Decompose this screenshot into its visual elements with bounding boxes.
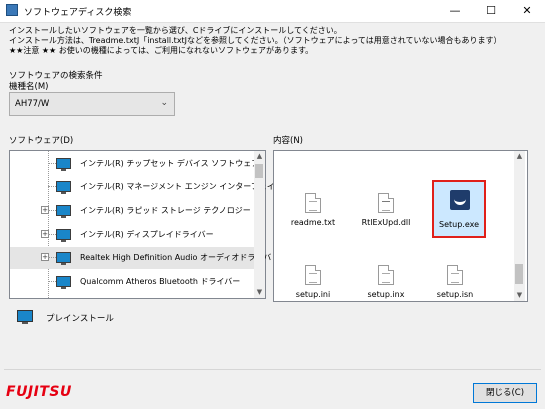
tree-item-label: Qualcomm Atheros Bluetooth ドライバー	[80, 277, 241, 286]
model-select-value: AH77/W	[15, 99, 50, 109]
tree-item-label: インテル(R) マネージメント エンジン インターフェイ	[80, 182, 275, 191]
info-line-3: ★★注意 ★★ お使いの機種によっては、ご利用になれないソフトウェアがあります。	[9, 46, 314, 55]
scroll-down-arrow-icon[interactable]: ▼	[514, 290, 525, 301]
info-line-2: インストール方法は、Treadme.txtJ「install.txtJなどを参照…	[9, 36, 502, 45]
file-name: setup.ini	[295, 290, 331, 299]
file-name: Setup.exe	[438, 220, 480, 229]
tree-item-label: インテル(R) チップセット デバイス ソフトウェア	[80, 159, 260, 168]
contents-panel[interactable]: readme.txt RtlExUpd.dll setup.ini setup.…	[273, 150, 528, 302]
scroll-up-arrow-icon[interactable]: ▲	[254, 151, 265, 162]
scroll-down-arrow-icon[interactable]: ▼	[254, 287, 265, 298]
title-bar: ソフトウェアディスク検索 — ☐ ✕	[0, 0, 545, 23]
file-name: setup.isn	[436, 290, 474, 299]
tree-item[interactable]: Qualcomm Atheros Bluetooth ドライバー	[10, 271, 254, 293]
file-name: setup.inx	[367, 290, 405, 299]
scroll-thumb[interactable]	[515, 264, 523, 284]
monitor-icon	[56, 229, 71, 242]
model-select[interactable]: AH77/W ⌄	[9, 92, 175, 116]
file-name: RtlExUpd.dll	[361, 218, 411, 227]
tree-item[interactable]: + インテル(R) ラピッド ストレージ テクノロジー	[10, 200, 254, 222]
maximize-button[interactable]: ☐	[473, 0, 509, 22]
info-line-1: インストールしたいソフトウェアを一覧から選び、Cドライブにインストールしてくださ…	[9, 26, 342, 35]
file-item[interactable]: readme.txt	[282, 193, 344, 227]
monitor-icon	[17, 310, 33, 324]
monitor-icon	[56, 158, 71, 171]
tree-item[interactable]: インテル(R) マネージメント エンジン インターフェイ	[10, 176, 275, 198]
text-file-icon	[305, 193, 321, 213]
scroll-thumb[interactable]	[255, 164, 263, 178]
tree-item-label: インテル(R) ディスプレイドライバー	[80, 230, 214, 239]
minimize-button[interactable]: —	[437, 0, 473, 22]
monitor-icon	[56, 205, 71, 218]
contents-scrollbar[interactable]: ▲ ▼	[514, 151, 525, 301]
scroll-up-arrow-icon[interactable]: ▲	[514, 151, 525, 162]
file-item[interactable]: setup.inx	[355, 265, 417, 299]
file-name: readme.txt	[290, 218, 336, 227]
tree-item[interactable]: + インテル(R) ディスプレイドライバー	[10, 224, 254, 246]
contents-label: 内容(N)	[273, 136, 303, 146]
software-label: ソフトウェア(D)	[9, 136, 74, 146]
monitor-icon	[56, 276, 71, 289]
close-button[interactable]: 閉じる(C)	[473, 383, 537, 403]
monitor-icon	[56, 181, 71, 194]
ini-file-icon	[305, 265, 321, 285]
tree-item[interactable]: インテル(R) チップセット デバイス ソフトウェア	[10, 153, 259, 175]
file-item[interactable]: setup.isn	[424, 265, 486, 299]
app-icon	[6, 4, 18, 16]
chevron-down-icon: ⌄	[160, 98, 168, 108]
tree-item-selected[interactable]: + Realtek High Definition Audio オーディオドライ…	[10, 247, 271, 269]
file-item[interactable]: setup.ini	[282, 265, 344, 299]
fujitsu-logo: FUJITSU	[6, 384, 72, 400]
close-window-button[interactable]: ✕	[509, 0, 545, 22]
file-item[interactable]: RtlExUpd.dll	[355, 193, 417, 227]
tree-item-label: Realtek High Definition Audio オーディオドライバ	[80, 253, 272, 262]
installer-icon	[450, 190, 470, 210]
setup-exe-item[interactable]: Setup.exe	[432, 180, 486, 238]
window-title: ソフトウェアディスク検索	[24, 8, 132, 18]
software-tree[interactable]: インテル(R) チップセット デバイス ソフトウェア インテル(R) マネージメ…	[9, 150, 275, 299]
model-label: 機種名(M)	[9, 82, 49, 92]
preinstall-label: プレインストール	[46, 314, 114, 324]
dll-file-icon	[378, 193, 394, 213]
isn-file-icon	[447, 265, 463, 285]
monitor-icon	[56, 252, 71, 265]
inx-file-icon	[378, 265, 394, 285]
tree-scrollbar[interactable]: ▲ ▼	[254, 151, 265, 298]
divider	[4, 369, 541, 370]
tree-item-label: インテル(R) ラピッド ストレージ テクノロジー	[80, 206, 251, 215]
